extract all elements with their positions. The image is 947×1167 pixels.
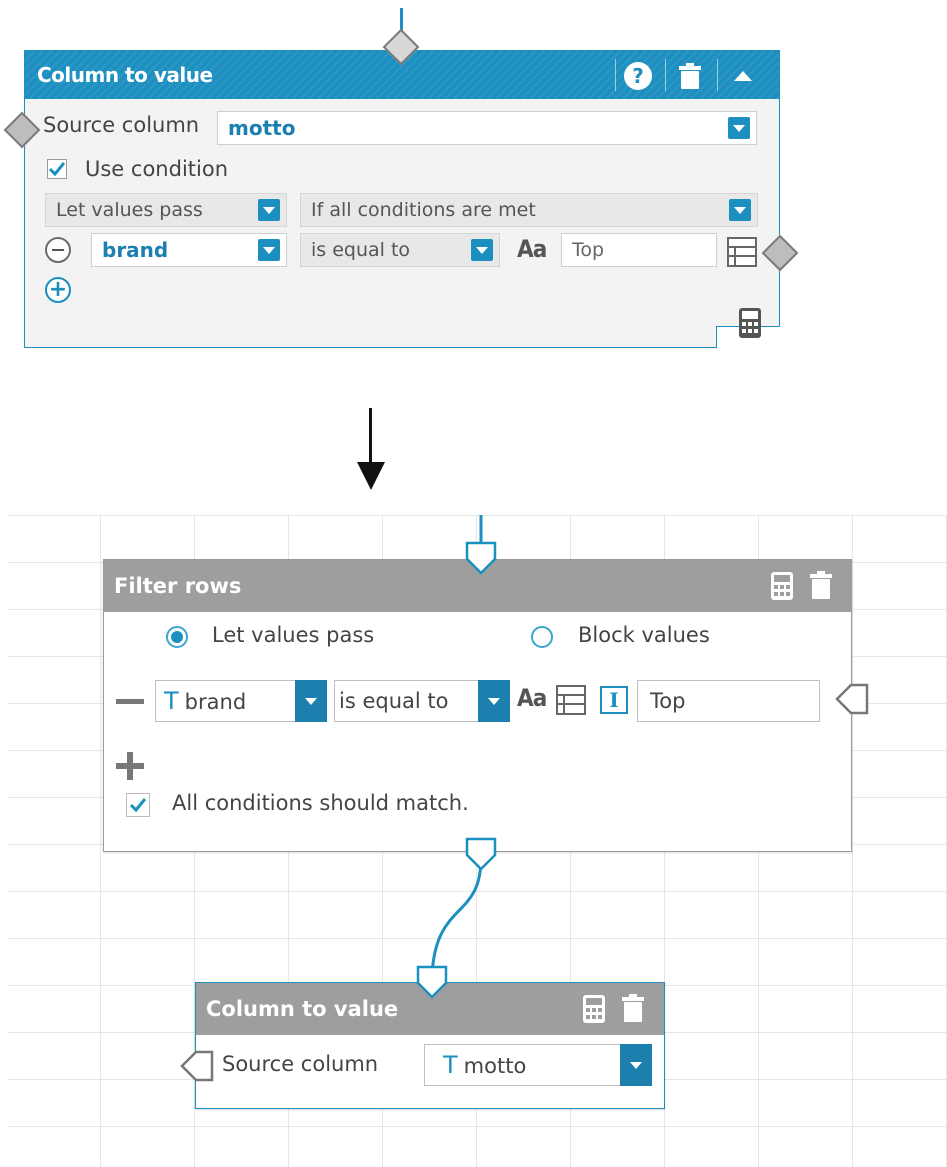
filter-rows-panel: Filter rows Let values pass Block values… xyxy=(103,559,852,852)
list-icon[interactable] xyxy=(556,685,586,719)
filter-side-port[interactable] xyxy=(835,683,869,717)
add-condition-button[interactable] xyxy=(116,752,144,780)
radio-block-values[interactable] xyxy=(531,626,553,648)
panel-title: Column to value xyxy=(206,997,399,1021)
source-column-select[interactable]: Tmotto xyxy=(424,1044,652,1086)
condition-operator-select[interactable]: is equal to xyxy=(334,680,510,722)
radio-dot xyxy=(171,631,183,643)
condition-operator-value: is equal to xyxy=(339,689,449,713)
delete-button[interactable] xyxy=(622,994,644,1026)
calculator-icon[interactable] xyxy=(583,995,605,1027)
filter-input-port[interactable] xyxy=(465,541,497,575)
text-cursor-icon[interactable]: I xyxy=(600,686,628,714)
condition-column-select[interactable]: Tbrand xyxy=(155,680,327,722)
source-column-label: Source column xyxy=(222,1052,379,1076)
source-column-value: motto xyxy=(463,1054,527,1078)
text-type-icon: T xyxy=(164,687,179,715)
all-conditions-label: All conditions should match. xyxy=(172,791,469,815)
radio-block-values-label: Block values xyxy=(578,623,710,647)
column-to-value-panel: Column to value Source column Tmotto xyxy=(195,982,665,1109)
radio-let-values-pass[interactable] xyxy=(166,626,188,648)
checkmark-icon xyxy=(130,798,146,812)
plus-icon-vertical xyxy=(127,752,133,780)
column-to-value-input-port[interactable] xyxy=(416,965,448,999)
case-sensitive-toggle[interactable]: Aa xyxy=(517,684,547,712)
condition-value-text: Top xyxy=(650,689,686,713)
trash-icon xyxy=(810,571,832,599)
text-type-icon: T xyxy=(443,1051,458,1079)
chevron-down-icon xyxy=(478,680,510,722)
filter-output-port[interactable] xyxy=(465,837,497,871)
all-conditions-checkbox[interactable] xyxy=(126,793,150,817)
panel-title: Filter rows xyxy=(114,574,242,598)
calculator-icon[interactable] xyxy=(771,572,793,604)
column-to-value-side-port[interactable] xyxy=(180,1050,214,1084)
chevron-down-icon xyxy=(620,1044,652,1086)
remove-condition-button[interactable] xyxy=(116,699,144,704)
condition-value-input[interactable]: Top xyxy=(637,680,820,722)
delete-button[interactable] xyxy=(810,571,832,603)
radio-let-values-pass-label: Let values pass xyxy=(212,623,375,647)
condition-column-value: brand xyxy=(184,690,247,714)
trash-icon xyxy=(622,994,644,1022)
chevron-down-icon xyxy=(295,680,327,722)
